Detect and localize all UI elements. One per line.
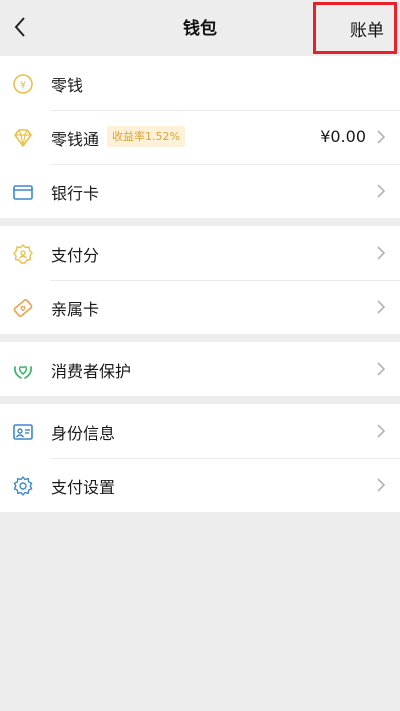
consumer-protection-icon	[12, 359, 34, 381]
change-label: 零钱	[51, 76, 84, 95]
chevron-right-icon	[377, 478, 386, 492]
identity-info-label: 身份信息	[51, 424, 116, 443]
lingqiantong-label: 零钱通	[51, 130, 100, 149]
pay-settings-item[interactable]: 支付设置	[0, 458, 400, 512]
gear-icon	[12, 475, 34, 497]
chevron-right-icon	[377, 362, 386, 376]
credit-score-icon	[12, 243, 34, 265]
bank-card-label: 银行卡	[51, 184, 100, 203]
pay-score-item[interactable]: 支付分	[0, 226, 400, 280]
wallet-funds-group: ¥ 零钱 零钱通 收益率1.52% ¥0.00 银行卡	[0, 56, 400, 218]
chevron-right-icon	[377, 424, 386, 438]
id-card-icon	[12, 421, 34, 443]
balance-value: ¥0.00	[320, 127, 366, 146]
pay-services-group: 支付分 亲属卡	[0, 226, 400, 334]
bill-button[interactable]: 账单	[313, 2, 397, 54]
diamond-icon	[12, 127, 34, 149]
chevron-right-icon	[377, 130, 386, 144]
lingqiantong-item[interactable]: 零钱通 收益率1.52% ¥0.00	[0, 110, 400, 164]
chevron-right-icon	[377, 246, 386, 260]
svg-text:¥: ¥	[20, 80, 26, 91]
change-item[interactable]: ¥ 零钱	[0, 56, 400, 110]
pay-score-label: 支付分	[51, 246, 100, 265]
consumer-protection-label: 消费者保护	[51, 362, 132, 381]
chevron-right-icon	[377, 184, 386, 198]
yield-rate-badge: 收益率1.52%	[107, 126, 185, 147]
bank-card-item[interactable]: 银行卡	[0, 164, 400, 218]
consumer-protection-item[interactable]: 消费者保护	[0, 342, 400, 396]
family-card-item[interactable]: 亲属卡	[0, 280, 400, 334]
family-card-label: 亲属卡	[51, 300, 100, 319]
account-settings-group: 身份信息 支付设置	[0, 404, 400, 512]
pay-settings-label: 支付设置	[51, 478, 116, 497]
identity-info-item[interactable]: 身份信息	[0, 404, 400, 458]
bank-card-icon	[12, 181, 34, 203]
coin-yuan-icon: ¥	[12, 73, 34, 95]
chevron-right-icon	[377, 300, 386, 314]
nav-bar: 钱包 账单	[0, 0, 400, 54]
family-card-icon	[12, 297, 34, 319]
protection-group: 消费者保护	[0, 342, 400, 396]
